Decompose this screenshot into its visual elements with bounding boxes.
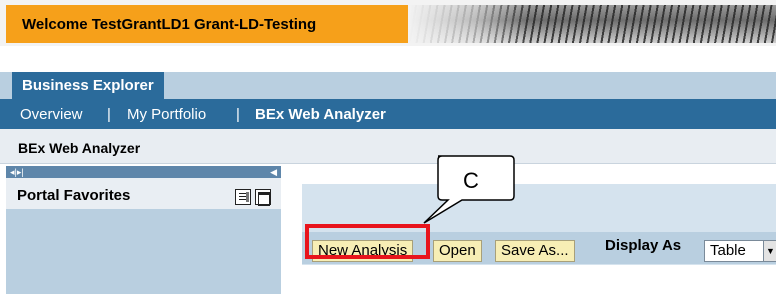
portal-favorites-body [6,209,281,294]
new-analysis-button[interactable]: New Analysis [312,240,414,262]
nav-item-my-portfolio[interactable]: My Portfolio [127,106,206,123]
collapse-arrow-icon[interactable]: ◀ [270,166,277,178]
page-title: BEx Web Analyzer [18,140,141,156]
header-banner-fade [408,5,528,43]
window-icon[interactable] [255,189,271,206]
portal-favorites-title: Portal Favorites [17,187,131,204]
nav-item-bex-web-analyzer[interactable]: BEx Web Analyzer [255,106,386,123]
scroll-arrows-icon[interactable]: ◂|▸| [10,166,24,178]
page-title-bar: BEx Web Analyzer [0,129,776,164]
nav-separator: | [236,106,240,123]
top-tab-row: Business Explorer [0,72,776,99]
welcome-text: Welcome TestGrantLD1 Grant-LD-Testing [22,16,317,33]
dropdown-arrow-icon[interactable]: ▼ [763,241,776,261]
portal-favorites-panel: ◂|▸| ◀ Portal Favorites [0,166,286,294]
nav-separator: | [107,106,111,123]
content-top-band [302,184,776,232]
detailed-navigation: Overview | My Portfolio | BEx Web Analyz… [0,99,776,129]
open-button[interactable]: Open [433,240,482,262]
welcome-bar: Welcome TestGrantLD1 Grant-LD-Testing [6,5,408,43]
callout-label: C [463,168,479,193]
nav-item-overview[interactable]: Overview [20,106,83,123]
analysis-toolbar: New Analysis Open Save As... Display As … [302,232,776,264]
display-as-value: Table [710,242,746,259]
header-gap [0,46,776,72]
content-body [302,264,776,294]
panel-header: Portal Favorites [6,178,281,209]
display-as-select[interactable]: Table ▼ [704,240,776,262]
panel-scroll-bar[interactable]: ◂|▸| ◀ [6,166,281,178]
display-as-label: Display As [605,237,682,254]
save-as-button[interactable]: Save As... [495,240,575,262]
list-view-icon[interactable] [235,189,251,205]
tab-business-explorer[interactable]: Business Explorer [12,72,164,99]
analyzer-content: New Analysis Open Save As... Display As … [296,166,776,294]
